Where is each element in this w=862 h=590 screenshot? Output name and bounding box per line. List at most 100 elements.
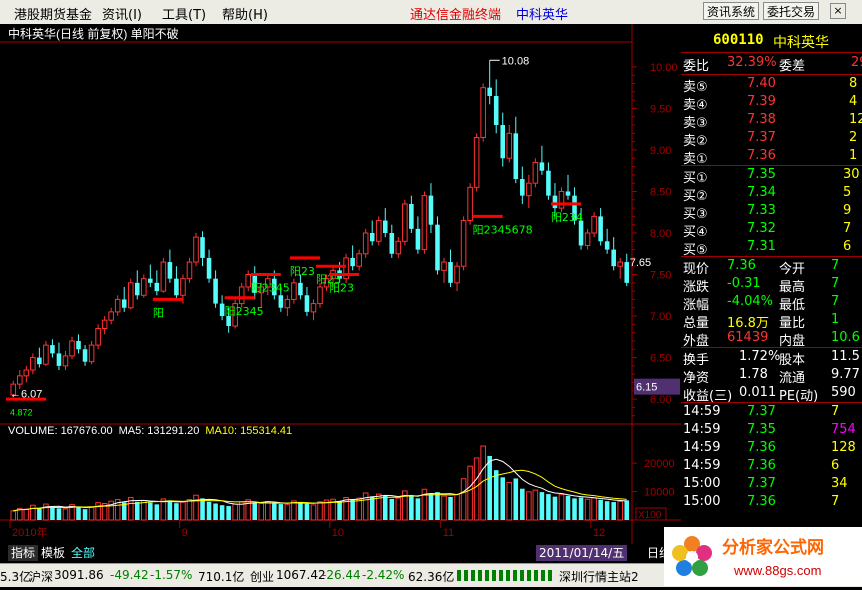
volume-bar	[213, 503, 218, 520]
fund-row: 收益(三) 0.011 PE(动) 590	[681, 384, 862, 404]
candle-body	[617, 261, 623, 267]
status-shen-chg: -49.42	[110, 568, 149, 582]
candle-body	[565, 191, 571, 196]
tick-row: 15:00 7.36 7	[681, 493, 862, 511]
tab-indicator[interactable]: 指标	[8, 545, 39, 561]
tick-price: 7.36	[747, 494, 776, 509]
volume-bar	[154, 504, 160, 520]
volume-bar	[62, 508, 69, 521]
volume-bar	[206, 501, 212, 520]
tick-row: 14:59 7.37 7	[681, 403, 862, 421]
candle-body	[56, 353, 62, 366]
menu-bar: 港股期货基金 资讯(I) 工具(T) 帮助(H) 通达信金融终端 中科英华 资讯…	[0, 0, 862, 25]
weicha-label: 委差	[779, 59, 806, 74]
menu-item-info[interactable]: 资讯(I)	[102, 4, 142, 23]
volume-bar	[148, 502, 153, 520]
signal-label: 阳2345678	[473, 223, 533, 236]
volume-bar	[37, 507, 42, 520]
weibi-row: 委比 32.39% 委差 29	[681, 54, 862, 74]
x100-label: X100	[638, 510, 662, 521]
volume-bar	[539, 492, 545, 520]
sell-row: 卖④ 7.39 4	[681, 93, 862, 113]
candle-body	[409, 203, 414, 229]
candle-body	[415, 228, 421, 250]
candle-body	[552, 195, 558, 209]
price-marker-label: 6.15	[636, 382, 657, 394]
buy-price: 7.34	[747, 185, 776, 200]
tick-row: 14:59 7.36 6	[681, 457, 862, 475]
close-icon[interactable]: ×	[830, 3, 846, 19]
trade-button[interactable]: 委托交易	[763, 2, 820, 20]
candle-body	[154, 282, 160, 292]
logo-graphic: 分析家公式网 www.88gs.com	[672, 536, 824, 578]
volume-bar	[95, 502, 101, 521]
tab-template[interactable]: 模板	[38, 545, 68, 561]
volume-bar	[238, 501, 245, 521]
volume-bar	[552, 496, 558, 520]
info-system-button[interactable]: 资讯系统	[703, 2, 760, 20]
volume-bar	[284, 504, 291, 521]
candle-body	[362, 232, 369, 255]
date-label: 2011/01/14/五	[536, 545, 628, 561]
candle-body	[356, 253, 362, 267]
candle-body	[101, 319, 108, 329]
volume-bar	[56, 508, 62, 520]
tab-all[interactable]: 全部	[68, 545, 98, 561]
stat-row: 总量 16.8万 量比 1	[681, 311, 862, 331]
menu-item-tools[interactable]: 工具(T)	[162, 4, 206, 23]
candle-body	[148, 278, 153, 283]
logo-text: 分析家公式网	[722, 537, 824, 558]
status-shen-amt: 710.1亿	[198, 570, 245, 584]
candle-body	[30, 357, 36, 371]
candle-body	[382, 220, 388, 233]
tick-time: 14:59	[683, 440, 721, 455]
menu-item-hk-futures[interactable]: 港股期货基金	[14, 4, 92, 23]
candle-body	[121, 299, 127, 308]
status-hu: 5.3亿	[0, 570, 32, 584]
sell-price: 7.36	[747, 148, 776, 163]
candle-body	[435, 224, 440, 271]
candle-body	[238, 286, 245, 305]
volume-bar	[226, 506, 231, 520]
price-tick-label: 9.00	[650, 145, 671, 157]
candle-body	[284, 298, 291, 309]
price-tick-label: 10.00	[650, 62, 678, 74]
weibi-label: 委比	[683, 59, 710, 74]
volume-bar	[409, 494, 414, 520]
stat-value: 10.6	[831, 330, 860, 345]
volume-bar	[435, 492, 440, 520]
stat-value: 7	[831, 258, 840, 273]
volume-bar	[369, 496, 375, 520]
status-shen-val: 3091.86	[54, 568, 104, 582]
ma10-label: MA10: 155314.41	[205, 425, 292, 437]
site-logo: 分析家公式网 www.88gs.com	[664, 527, 862, 586]
status-cy-pct: -2.42%	[362, 568, 405, 582]
stat-value: 7	[831, 294, 840, 309]
candle-body	[43, 344, 49, 365]
buy-volume: 7	[843, 221, 852, 236]
candle-body	[493, 95, 499, 126]
volume-bar	[454, 493, 460, 521]
status-shen-label: 沪深	[29, 570, 54, 584]
app-title: 通达信金融终端	[410, 8, 502, 23]
x-tick-label: 2010年	[12, 525, 47, 539]
candle-body	[375, 220, 382, 242]
kline-chart[interactable]: 中科英华(日线 前复权) 单阳不破 10.00 9.50 9.00 8.50 8.00 7…	[0, 24, 681, 544]
x-tick-label: 10	[332, 527, 344, 539]
candle-body	[454, 265, 460, 284]
volume-bar	[532, 489, 539, 521]
candle-body	[180, 278, 186, 296]
candle-body	[108, 311, 114, 321]
candle-body	[520, 179, 525, 196]
stat-row: 涨跌 -0.31 最高 7	[681, 275, 862, 295]
buy-price: 7.31	[747, 239, 776, 254]
buy-volume: 30	[843, 167, 860, 182]
sell-price: 7.37	[747, 130, 776, 145]
candle-body	[591, 215, 597, 234]
candle-body	[134, 282, 140, 296]
candle-body	[487, 87, 492, 96]
menu-item-help[interactable]: 帮助(H)	[222, 4, 268, 23]
price-tick-label: 8.50	[650, 186, 671, 198]
fund-row: 换手 1.72% 股本 11.5	[681, 348, 862, 368]
volume-bar	[134, 501, 140, 520]
